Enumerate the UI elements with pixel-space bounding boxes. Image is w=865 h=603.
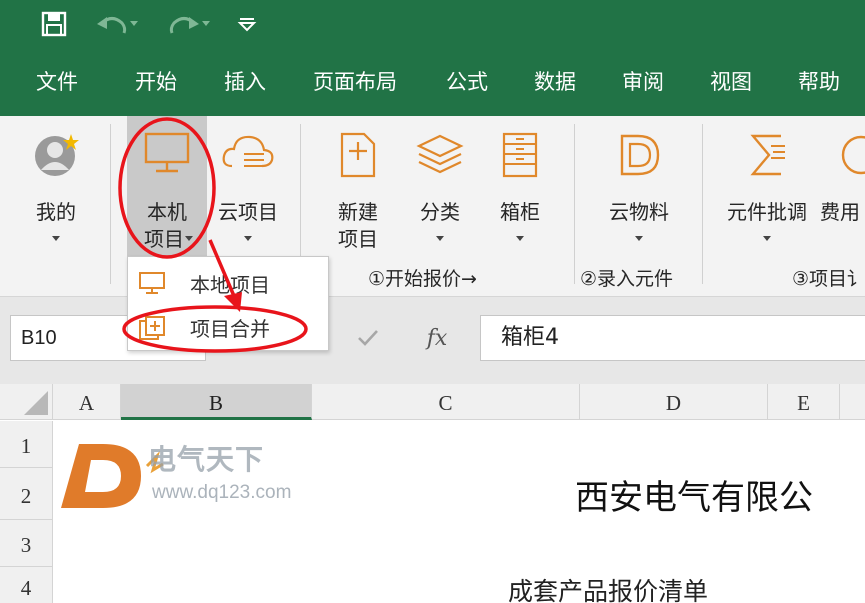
category-label: 分类: [420, 200, 460, 224]
group-label-project: ③项目讠: [792, 268, 865, 290]
row-header-4[interactable]: 4: [0, 567, 53, 603]
tab-formulas[interactable]: 公式: [446, 66, 488, 98]
save-icon: [41, 11, 67, 37]
cabinet-button[interactable]: 箱柜: [482, 116, 558, 256]
cloud-material-icon: [620, 134, 660, 176]
tab-insert[interactable]: 插入: [224, 66, 266, 98]
cabinet-label: 箱柜: [500, 200, 540, 224]
component-batch-label: 元件批调: [727, 200, 807, 224]
tab-data[interactable]: 数据: [534, 66, 576, 98]
column-header-e[interactable]: E: [768, 384, 840, 420]
separator: [702, 124, 703, 284]
category-button[interactable]: 分类: [402, 116, 478, 256]
cell-subtitle[interactable]: 成套产品报价清单: [508, 572, 708, 603]
column-header-d[interactable]: D: [580, 384, 768, 420]
local-project-label-line1: 本机: [147, 200, 187, 224]
select-all-triangle: [24, 391, 48, 415]
new-project-label-line1: 新建: [338, 200, 378, 224]
new-document-icon: [340, 132, 376, 178]
menu-item-local-project[interactable]: 本地项目: [128, 261, 328, 305]
quick-access-toolbar: [0, 0, 865, 48]
customize-qat-icon: [237, 18, 257, 32]
cabinet-icon: [502, 132, 538, 178]
redo-button[interactable]: [162, 4, 212, 44]
select-all-corner[interactable]: [0, 384, 53, 420]
customize-qat-button[interactable]: [232, 4, 262, 44]
chevron-down-icon: [763, 236, 771, 241]
insert-function-button[interactable]: fx: [412, 315, 462, 361]
chevron-down-icon: [52, 236, 60, 241]
group-label-enter-components: ②录入元件: [580, 268, 674, 290]
monitor-icon: [144, 132, 190, 173]
tab-help[interactable]: 帮助: [798, 66, 840, 98]
tab-page-layout[interactable]: 页面布局: [313, 66, 397, 98]
separator: [574, 124, 575, 284]
sigma-list-icon: [750, 134, 785, 176]
menu-item-label: 项目合并: [190, 317, 270, 341]
enter-button[interactable]: [338, 315, 398, 361]
local-project-button[interactable]: 本机 项目: [127, 116, 207, 256]
chevron-down-icon: [635, 236, 643, 241]
column-header-b[interactable]: B: [121, 384, 312, 420]
cost-icon: [841, 135, 865, 175]
chevron-down-icon: [244, 236, 252, 241]
menu-item-merge-project[interactable]: 项目合并: [128, 305, 328, 349]
row-header-2[interactable]: 2: [0, 468, 53, 520]
tab-home[interactable]: 开始: [135, 66, 177, 98]
tab-review[interactable]: 审阅: [622, 66, 664, 98]
row-header-1[interactable]: 1: [0, 421, 53, 468]
chevron-down-icon: [436, 236, 444, 241]
component-batch-button[interactable]: 元件批调: [718, 116, 816, 256]
cloud-material-button[interactable]: 云物料: [594, 116, 684, 256]
mine-label: 我的: [36, 200, 76, 224]
watermark-name: 电气天下: [148, 443, 265, 476]
formula-input[interactable]: 箱柜4: [480, 315, 865, 361]
cloud-list-icon: [222, 135, 274, 168]
local-project-dropdown: 本地项目 项目合并: [127, 256, 329, 351]
chevron-down-icon: [185, 236, 193, 241]
separator: [110, 124, 111, 284]
cost-button[interactable]: 费用: [820, 116, 865, 256]
local-project-label-line2: 项目: [144, 227, 184, 251]
ribbon-tab-bar: 文件 开始 插入 页面布局 公式 数据 审阅 视图 帮助: [0, 48, 865, 116]
mine-button[interactable]: 我的: [18, 116, 94, 256]
cloud-project-label: 云项目: [218, 200, 278, 224]
undo-icon: [97, 17, 138, 34]
menu-item-label: 本地项目: [190, 273, 270, 297]
column-header-f[interactable]: [840, 384, 865, 420]
column-header-c[interactable]: C: [312, 384, 580, 420]
column-header-a[interactable]: A: [53, 384, 121, 420]
layers-icon: [416, 134, 464, 174]
tab-file[interactable]: 文件: [36, 66, 78, 98]
redo-icon: [169, 17, 210, 34]
check-icon: [358, 330, 378, 346]
row-header-3[interactable]: 3: [0, 520, 53, 567]
tab-view[interactable]: 视图: [710, 66, 752, 98]
monitor-icon: [139, 272, 165, 294]
user-avatar-icon: [35, 134, 79, 176]
watermark-url: www.dq123.com: [152, 482, 292, 503]
new-project-label-line2: 项目: [338, 227, 378, 251]
merge-icon: [139, 316, 165, 340]
undo-button[interactable]: [92, 4, 142, 44]
cloud-project-button[interactable]: 云项目: [208, 116, 288, 256]
cloud-material-label: 云物料: [609, 200, 669, 224]
group-label-start-quote: ①开始报价→: [368, 268, 477, 290]
chevron-down-icon: [516, 236, 524, 241]
cost-label: 费用: [820, 200, 860, 224]
save-button[interactable]: [36, 4, 72, 44]
cell-title[interactable]: 西安电气有限公: [575, 470, 813, 519]
new-project-button[interactable]: 新建 项目: [322, 116, 394, 256]
